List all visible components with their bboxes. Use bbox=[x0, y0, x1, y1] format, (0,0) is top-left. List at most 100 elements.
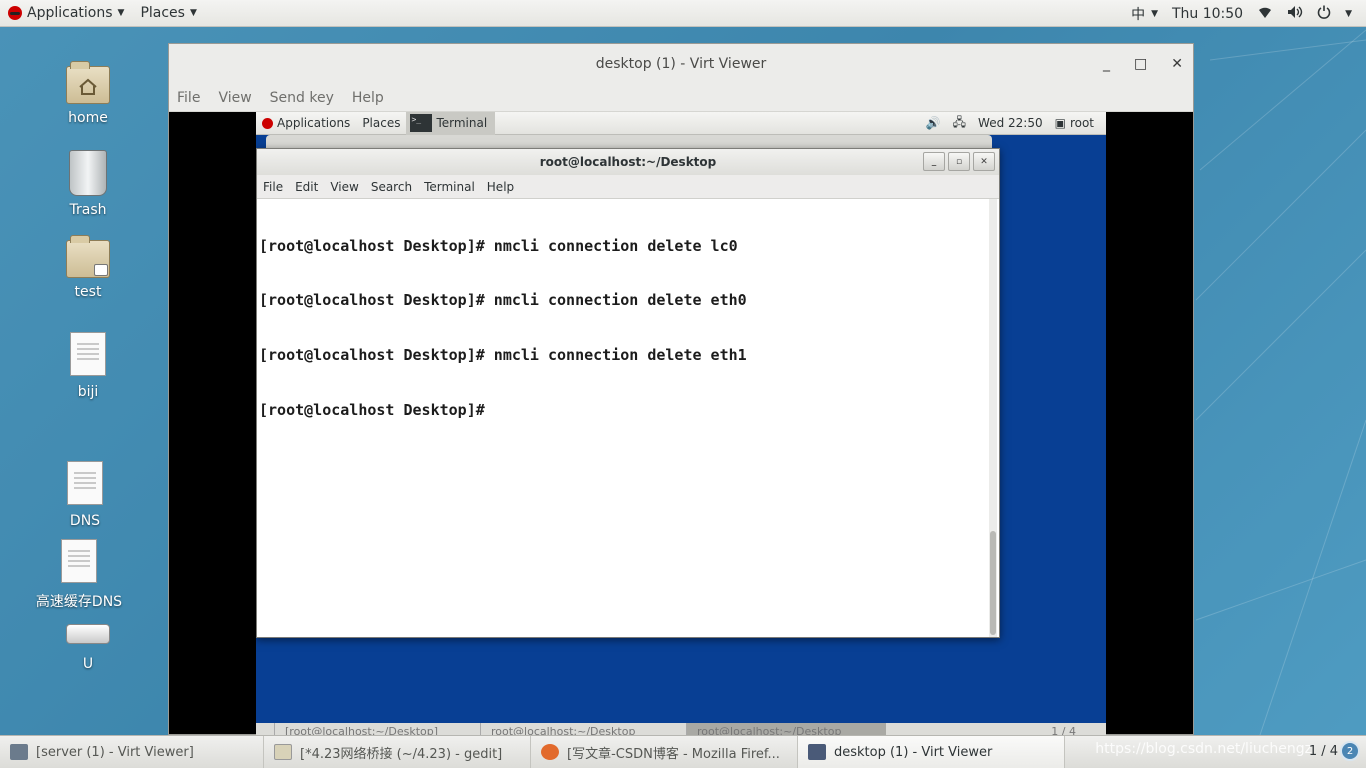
workspace-pager[interactable]: 1 / 4 bbox=[1309, 735, 1338, 768]
desktop-icon-label: test bbox=[74, 284, 102, 300]
terminal-menubar: File Edit View Search Terminal Help bbox=[257, 175, 999, 199]
desktop-icon-label: biji bbox=[77, 384, 99, 400]
volume-icon[interactable]: 🔊 bbox=[926, 116, 941, 130]
terminal-title: root@localhost:~/Desktop bbox=[539, 155, 717, 169]
desktop-icon-dns-cache[interactable]: 高速缓存DNS bbox=[24, 539, 134, 611]
user-menu[interactable]: ▣ root bbox=[1055, 116, 1094, 130]
wifi-icon[interactable] bbox=[1257, 5, 1273, 23]
terminal-icon: >_ bbox=[410, 114, 433, 132]
chevron-down-icon: ▼ bbox=[189, 8, 197, 18]
minimize-icon[interactable]: _ bbox=[923, 152, 945, 171]
terminal-titlebar[interactable]: root@localhost:~/Desktop _ ▫ ✕ bbox=[257, 149, 999, 175]
close-icon[interactable]: ✕ bbox=[1171, 56, 1183, 72]
applications-menu[interactable]: Applications ▼ bbox=[0, 0, 132, 27]
menu-file[interactable]: File bbox=[177, 90, 200, 106]
lock-icon bbox=[94, 264, 108, 276]
terminal-menu-terminal[interactable]: Terminal bbox=[424, 180, 475, 194]
chevron-down-icon: ▼ bbox=[117, 8, 125, 18]
document-icon bbox=[61, 539, 97, 583]
guest-places-menu[interactable]: Places bbox=[356, 116, 406, 130]
home-folder-icon bbox=[66, 61, 110, 104]
terminal-line: [root@localhost Desktop]# nmcli connecti… bbox=[259, 291, 747, 310]
desktop-icon-label: DNS bbox=[69, 513, 101, 529]
notification-icon[interactable]: 2 bbox=[1340, 741, 1360, 761]
redhat-icon bbox=[262, 117, 273, 129]
virt-viewer-menubar: File View Send key Help bbox=[169, 84, 1193, 112]
places-menu[interactable]: Places ▼ bbox=[132, 0, 204, 27]
power-icon[interactable] bbox=[1317, 5, 1331, 23]
guest-top-panel: Applications Places >_ Terminal 🔊 🖧 Wed … bbox=[256, 112, 1106, 135]
task-label: [写文章-CSDN博客 - Mozilla Firef... bbox=[567, 746, 780, 762]
redhat-icon bbox=[8, 6, 22, 20]
firefox-icon bbox=[541, 744, 559, 760]
places-menu-label: Places bbox=[140, 5, 185, 21]
window-title: desktop (1) - Virt Viewer bbox=[595, 56, 767, 72]
terminal-line: [root@localhost Desktop]# nmcli connecti… bbox=[259, 236, 738, 255]
menu-view[interactable]: View bbox=[218, 90, 251, 106]
clock[interactable]: Thu 10:50 bbox=[1172, 6, 1243, 22]
maximize-icon[interactable]: ▫ bbox=[948, 152, 970, 171]
watermark-text: https://blog.csdn.net/liuchengz bbox=[1095, 741, 1312, 757]
drive-icon bbox=[66, 624, 110, 644]
task-label: [*4.23网络桥接 (~/4.23) - gedit] bbox=[300, 746, 503, 762]
close-icon[interactable]: ✕ bbox=[973, 152, 995, 171]
desktop-icon-dns[interactable]: DNS bbox=[30, 461, 140, 529]
trash-icon bbox=[69, 150, 107, 196]
volume-icon[interactable] bbox=[1287, 5, 1303, 23]
desktop-icon-home[interactable]: home bbox=[33, 61, 143, 126]
terminal-line: [root@localhost Desktop]# nmcli connecti… bbox=[259, 346, 747, 365]
network-icon[interactable]: 🖧 bbox=[953, 113, 966, 134]
gedit-icon bbox=[274, 744, 292, 760]
menu-send-key[interactable]: Send key bbox=[270, 90, 334, 106]
terminal-menu-view[interactable]: View bbox=[330, 180, 358, 194]
document-icon bbox=[67, 461, 103, 505]
terminal-scrollbar[interactable] bbox=[989, 199, 997, 637]
maximize-icon[interactable]: □ bbox=[1134, 56, 1147, 72]
task-firefox[interactable]: [写文章-CSDN博客 - Mozilla Firef... bbox=[531, 735, 798, 768]
chevron-down-icon: ▼ bbox=[1151, 8, 1158, 19]
desktop-icon-label: U bbox=[82, 656, 94, 672]
task-label: [server (1) - Virt Viewer] bbox=[36, 744, 194, 760]
task-desktop-virt-viewer[interactable]: desktop (1) - Virt Viewer bbox=[798, 735, 1065, 768]
task-server-virt-viewer[interactable]: [server (1) - Virt Viewer] bbox=[0, 735, 264, 768]
terminal-menu-search[interactable]: Search bbox=[371, 180, 412, 194]
document-icon bbox=[70, 332, 106, 376]
guest-display[interactable]: Applications Places >_ Terminal 🔊 🖧 Wed … bbox=[256, 112, 1106, 736]
desktop-icon-test[interactable]: test bbox=[33, 235, 143, 300]
user-icon: ▣ bbox=[1054, 116, 1066, 130]
scrollbar-thumb[interactable] bbox=[990, 531, 996, 635]
locked-folder-icon bbox=[66, 235, 110, 278]
virt-viewer-titlebar[interactable]: desktop (1) - Virt Viewer _ □ ✕ bbox=[169, 44, 1193, 84]
terminal-prompt-line: [root@localhost Desktop]# bbox=[259, 401, 494, 420]
guest-applications-menu[interactable]: Applications bbox=[256, 116, 356, 130]
guest-terminal-label: Terminal bbox=[436, 116, 488, 130]
guest-clock[interactable]: Wed 22:50 bbox=[978, 116, 1043, 130]
input-method-label: 中 bbox=[1131, 6, 1146, 23]
terminal-menu-help[interactable]: Help bbox=[487, 180, 514, 194]
terminal-window: root@localhost:~/Desktop _ ▫ ✕ File Edit… bbox=[256, 148, 1000, 638]
desktop-icon-trash[interactable]: Trash bbox=[33, 150, 143, 218]
desktop-icon-u[interactable]: U bbox=[33, 614, 143, 672]
desktop-icon-label: 高速缓存DNS bbox=[35, 594, 123, 610]
menu-help[interactable]: Help bbox=[352, 90, 384, 106]
guest-background-window[interactable] bbox=[266, 135, 992, 149]
host-top-panel: Applications ▼ Places ▼ 中 ▼ Thu 10:50 ▼ bbox=[0, 0, 1366, 27]
guest-applications-label: Applications bbox=[277, 116, 351, 130]
desktop-icon-label: home bbox=[68, 110, 108, 126]
desktop-icon-label: Trash bbox=[69, 202, 107, 218]
desktop-icon-biji[interactable]: biji bbox=[33, 332, 143, 400]
applications-menu-label: Applications bbox=[27, 5, 113, 21]
task-gedit[interactable]: [*4.23网络桥接 (~/4.23) - gedit] bbox=[264, 735, 531, 768]
guest-places-label: Places bbox=[362, 116, 401, 130]
terminal-menu-file[interactable]: File bbox=[263, 180, 283, 194]
terminal-output[interactable]: [root@localhost Desktop]# nmcli connecti… bbox=[257, 199, 989, 637]
minimize-icon[interactable]: _ bbox=[1103, 56, 1110, 72]
terminal-menu-edit[interactable]: Edit bbox=[295, 180, 318, 194]
virt-viewer-icon bbox=[808, 744, 826, 760]
input-method-menu[interactable]: 中 ▼ bbox=[1131, 4, 1158, 24]
virt-viewer-icon bbox=[10, 744, 28, 760]
virt-viewer-window: desktop (1) - Virt Viewer _ □ ✕ File Vie… bbox=[168, 43, 1194, 736]
task-label: desktop (1) - Virt Viewer bbox=[834, 744, 993, 760]
guest-terminal-launcher[interactable]: >_ Terminal bbox=[406, 112, 496, 135]
chevron-down-icon[interactable]: ▼ bbox=[1345, 9, 1352, 19]
